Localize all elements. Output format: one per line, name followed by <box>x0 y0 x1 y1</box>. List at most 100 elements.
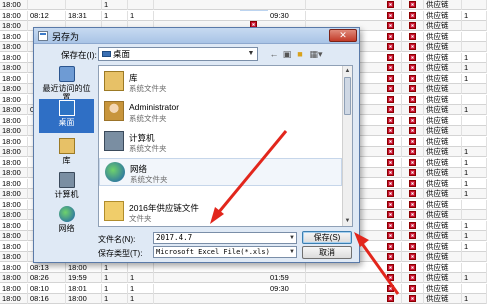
checkbox-cell[interactable] <box>402 84 424 94</box>
places-item[interactable]: 最近访问的位置 <box>39 65 94 102</box>
sheet-cell-time[interactable]: 18:00 <box>0 294 28 304</box>
checkbox-cell[interactable] <box>380 178 402 189</box>
save-in-dropdown[interactable]: 桌面 ▼ <box>98 47 258 61</box>
checkbox-cell[interactable] <box>380 199 402 210</box>
filetype-chevron-icon[interactable]: ▼ <box>288 247 296 257</box>
file-list-item[interactable]: Administrator 系统文件夹 <box>99 98 342 126</box>
checkbox-cell[interactable] <box>402 73 424 84</box>
sheet-cell-time[interactable]: 18:00 <box>0 0 28 10</box>
sheet-cell-sup[interactable]: 供应链 <box>424 241 462 252</box>
sheet-cell-sup[interactable]: 供应链 <box>424 157 462 168</box>
up-folder-icon[interactable]: ▣ <box>282 49 292 59</box>
checkbox-cell[interactable] <box>380 231 402 241</box>
sheet-cell-time[interactable]: 18:00 <box>0 136 28 147</box>
sheet-cell-out2[interactable]: 09:30 <box>268 283 306 294</box>
sheet-cell-out[interactable]: 18:01 <box>66 283 102 294</box>
sheet-cell-n3[interactable] <box>462 126 487 136</box>
sheet-cell-n1[interactable]: 1 <box>102 273 128 283</box>
dialog-titlebar[interactable]: 另存为 ✕ <box>34 28 359 44</box>
sheet-cell-sup[interactable]: 供应链 <box>424 94 462 105</box>
checkbox-cell[interactable] <box>402 199 424 210</box>
checkbox-cell[interactable] <box>402 115 424 126</box>
back-icon[interactable]: ← <box>269 49 279 59</box>
sheet-cell-time[interactable]: 18:00 <box>0 10 28 21</box>
sheet-row[interactable]: 18:00 1 供应链 <box>0 0 487 10</box>
checkbox-cell[interactable] <box>380 136 402 147</box>
sheet-cell-time[interactable]: 18:00 <box>0 273 28 283</box>
checkbox-cell[interactable] <box>380 262 402 273</box>
checkbox-cell[interactable] <box>380 157 402 168</box>
sheet-cell-n3[interactable]: 1 <box>462 241 487 252</box>
sheet-cell-out2[interactable] <box>268 262 306 273</box>
scroll-up-icon[interactable]: ▲ <box>343 66 352 76</box>
sheet-cell-sup[interactable]: 供应链 <box>424 210 462 220</box>
sheet-cell-in[interactable]: 08:10 <box>28 283 66 294</box>
sheet-cell-n2[interactable]: 1 <box>128 294 154 304</box>
checkbox-cell[interactable] <box>380 21 402 31</box>
sheet-cell-sup[interactable]: 供应链 <box>424 283 462 294</box>
scroll-down-icon[interactable]: ▼ <box>343 216 352 226</box>
checkbox-cell[interactable] <box>380 220 402 231</box>
sheet-cell-out2[interactable] <box>268 0 306 10</box>
checkbox-cell[interactable] <box>402 126 424 136</box>
sheet-cell-n3[interactable] <box>462 94 487 105</box>
sheet-cell-sup[interactable]: 供应链 <box>424 21 462 31</box>
file-list-item[interactable]: 计算机 系统文件夹 <box>99 128 342 156</box>
sheet-cell-time[interactable]: 18:00 <box>0 84 28 94</box>
checkbox-cell[interactable] <box>402 10 424 21</box>
sheet-cell-n2[interactable]: 1 <box>128 273 154 283</box>
sheet-cell-sup[interactable]: 供应链 <box>424 231 462 241</box>
sheet-cell-n2[interactable] <box>128 262 154 273</box>
sheet-cell-n3[interactable]: 1 <box>462 147 487 157</box>
sheet-cell-n3[interactable] <box>462 283 487 294</box>
chevron-down-icon[interactable]: ▼ <box>246 49 256 59</box>
sheet-cell-sup[interactable]: 供应链 <box>424 220 462 231</box>
vertical-scrollbar[interactable]: ▲ ▼ <box>342 66 352 226</box>
checkbox-cell[interactable] <box>380 168 402 178</box>
sheet-cell-out[interactable]: 18:00 <box>66 294 102 304</box>
sheet-cell-sup[interactable]: 供应链 <box>424 105 462 115</box>
sheet-cell-n3[interactable]: 1 <box>462 231 487 241</box>
sheet-cell-n1[interactable]: 1 <box>102 283 128 294</box>
checkbox-cell[interactable] <box>380 241 402 252</box>
close-button[interactable]: ✕ <box>329 29 357 42</box>
sheet-row[interactable]: 18:00 08:12 18:31 1 1 09:30 供应链 1 <box>0 10 487 21</box>
sheet-row[interactable]: 18:00 08:13 18:00 1 供应链 <box>0 262 487 273</box>
sheet-cell-n3[interactable]: 1 <box>462 294 487 304</box>
checkbox-cell[interactable] <box>380 0 402 10</box>
checkbox-cell[interactable] <box>380 210 402 220</box>
sheet-cell-out2[interactable] <box>268 294 306 304</box>
new-folder-icon[interactable]: ■ <box>295 49 305 59</box>
places-item[interactable]: 计算机 <box>39 171 94 205</box>
sheet-cell-time[interactable]: 18:00 <box>0 73 28 84</box>
sheet-cell-time[interactable]: 18:00 <box>0 21 28 31</box>
sheet-cell-time[interactable]: 18:00 <box>0 241 28 252</box>
sheet-cell-time[interactable]: 18:00 <box>0 168 28 178</box>
checkbox-cell[interactable] <box>380 31 402 42</box>
sheet-cell-n3[interactable] <box>462 262 487 273</box>
file-list[interactable]: 库系统文件夹 Administrator 系统文件夹 计算机 系统文件夹 网络 系统文件夹 2… <box>98 65 353 227</box>
sheet-cell-n2[interactable]: 1 <box>128 10 154 21</box>
checkbox-cell[interactable] <box>402 178 424 189</box>
checkbox-cell[interactable] <box>380 94 402 105</box>
filename-dropdown-icon[interactable]: ▼ <box>288 233 296 243</box>
sheet-cell-time[interactable]: 18:00 <box>0 220 28 231</box>
sheet-cell-time[interactable]: 18:00 <box>0 210 28 220</box>
checkbox-cell[interactable] <box>402 252 424 262</box>
checkbox-cell[interactable] <box>402 283 424 294</box>
sheet-cell-time[interactable]: 18:00 <box>0 63 28 73</box>
sheet-cell-n3[interactable] <box>462 252 487 262</box>
checkbox-cell[interactable] <box>402 220 424 231</box>
sheet-cell-n3[interactable] <box>462 31 487 42</box>
sheet-cell-sup[interactable]: 供应链 <box>424 199 462 210</box>
sheet-cell-n3[interactable] <box>462 210 487 220</box>
sheet-cell-sup[interactable]: 供应链 <box>424 42 462 52</box>
sheet-cell-time[interactable]: 18:00 <box>0 31 28 42</box>
checkbox-cell[interactable] <box>402 147 424 157</box>
checkbox-cell[interactable] <box>402 63 424 73</box>
sheet-cell-time[interactable]: 18:00 <box>0 147 28 157</box>
checkbox-cell[interactable] <box>380 294 402 304</box>
sheet-cell-sup[interactable]: 供应链 <box>424 84 462 94</box>
checkbox-cell[interactable] <box>380 84 402 94</box>
sheet-cell-time[interactable]: 18:00 <box>0 178 28 189</box>
